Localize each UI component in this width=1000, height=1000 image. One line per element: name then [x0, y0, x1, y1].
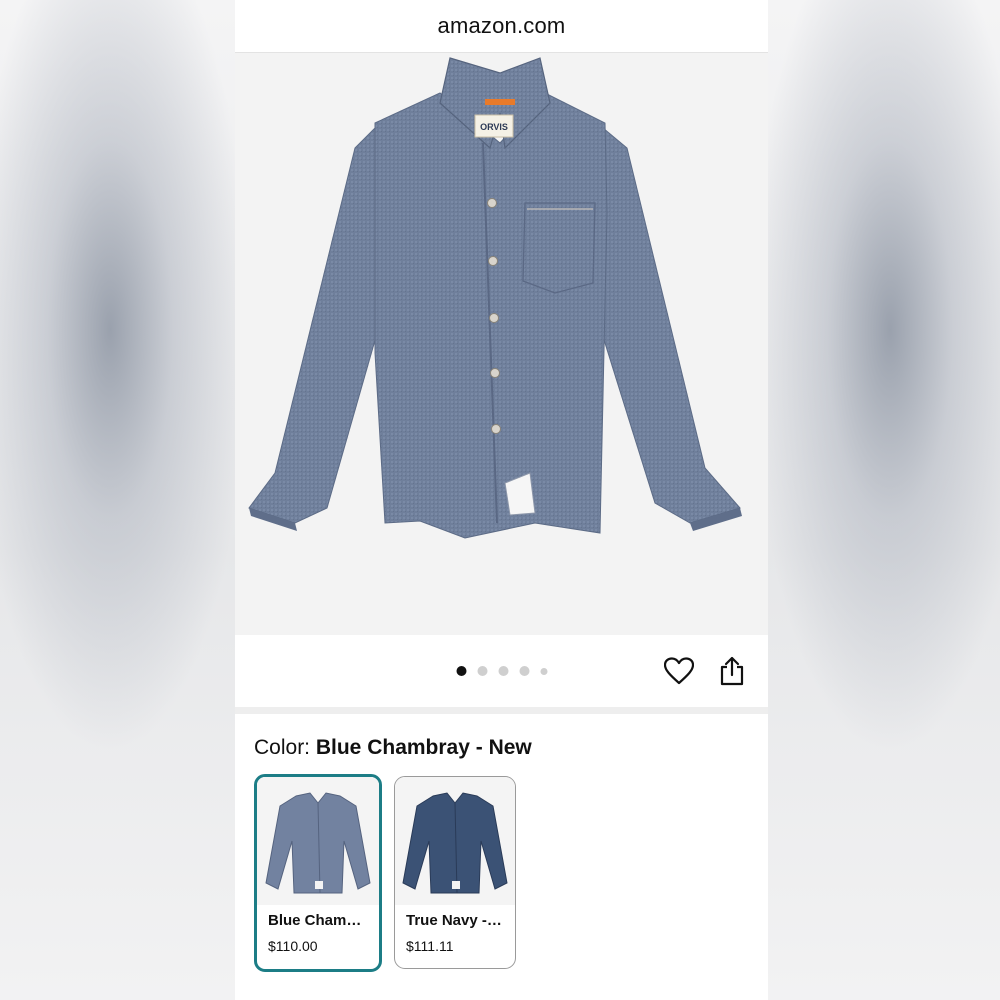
swatch-name: Blue Cham…	[268, 912, 362, 929]
carousel-dot-1[interactable]	[456, 666, 466, 676]
carousel-dot-5[interactable]	[540, 667, 547, 675]
url-text: amazon.com	[437, 13, 566, 38]
share-button[interactable]	[715, 654, 749, 688]
product-image[interactable]: ORVIS	[235, 53, 768, 635]
swatch-price: $111.11	[406, 938, 454, 954]
heart-icon	[664, 657, 694, 685]
carousel-dot-4[interactable]	[519, 666, 529, 676]
brand-tag-text: ORVIS	[480, 122, 508, 132]
carousel-dot-2[interactable]	[477, 666, 487, 676]
color-selector: Color: Blue Chambray - New Blue Cham… $1…	[235, 714, 768, 972]
share-icon	[720, 656, 744, 686]
swatch-name: True Navy - …	[406, 912, 504, 929]
color-swatches: Blue Cham… $110.00 True Navy - … $111.11	[254, 774, 749, 972]
section-divider	[235, 707, 768, 714]
shirt-thumbnail	[402, 792, 508, 894]
color-label: Color:	[254, 736, 316, 759]
swatch-true-navy[interactable]: True Navy - … $111.11	[394, 776, 516, 969]
carousel-dots	[456, 666, 547, 676]
carousel-dot-3[interactable]	[498, 666, 508, 676]
swatch-price: $110.00	[268, 938, 318, 954]
shirt-thumbnail	[265, 792, 371, 894]
color-heading: Color: Blue Chambray - New	[254, 736, 749, 760]
image-controls	[235, 635, 768, 707]
swatch-blue-chambray[interactable]: Blue Cham… $110.00	[254, 774, 382, 972]
address-bar[interactable]: amazon.com	[235, 0, 768, 53]
mobile-page: amazon.com ORVIS Color: Blue Chambray - …	[235, 0, 768, 1000]
swatch-image	[257, 777, 379, 905]
color-selected-value: Blue Chambray - New	[315, 736, 532, 759]
swatch-image	[395, 777, 515, 905]
favorite-button[interactable]	[662, 654, 696, 688]
shirt-illustration: ORVIS	[248, 57, 742, 539]
